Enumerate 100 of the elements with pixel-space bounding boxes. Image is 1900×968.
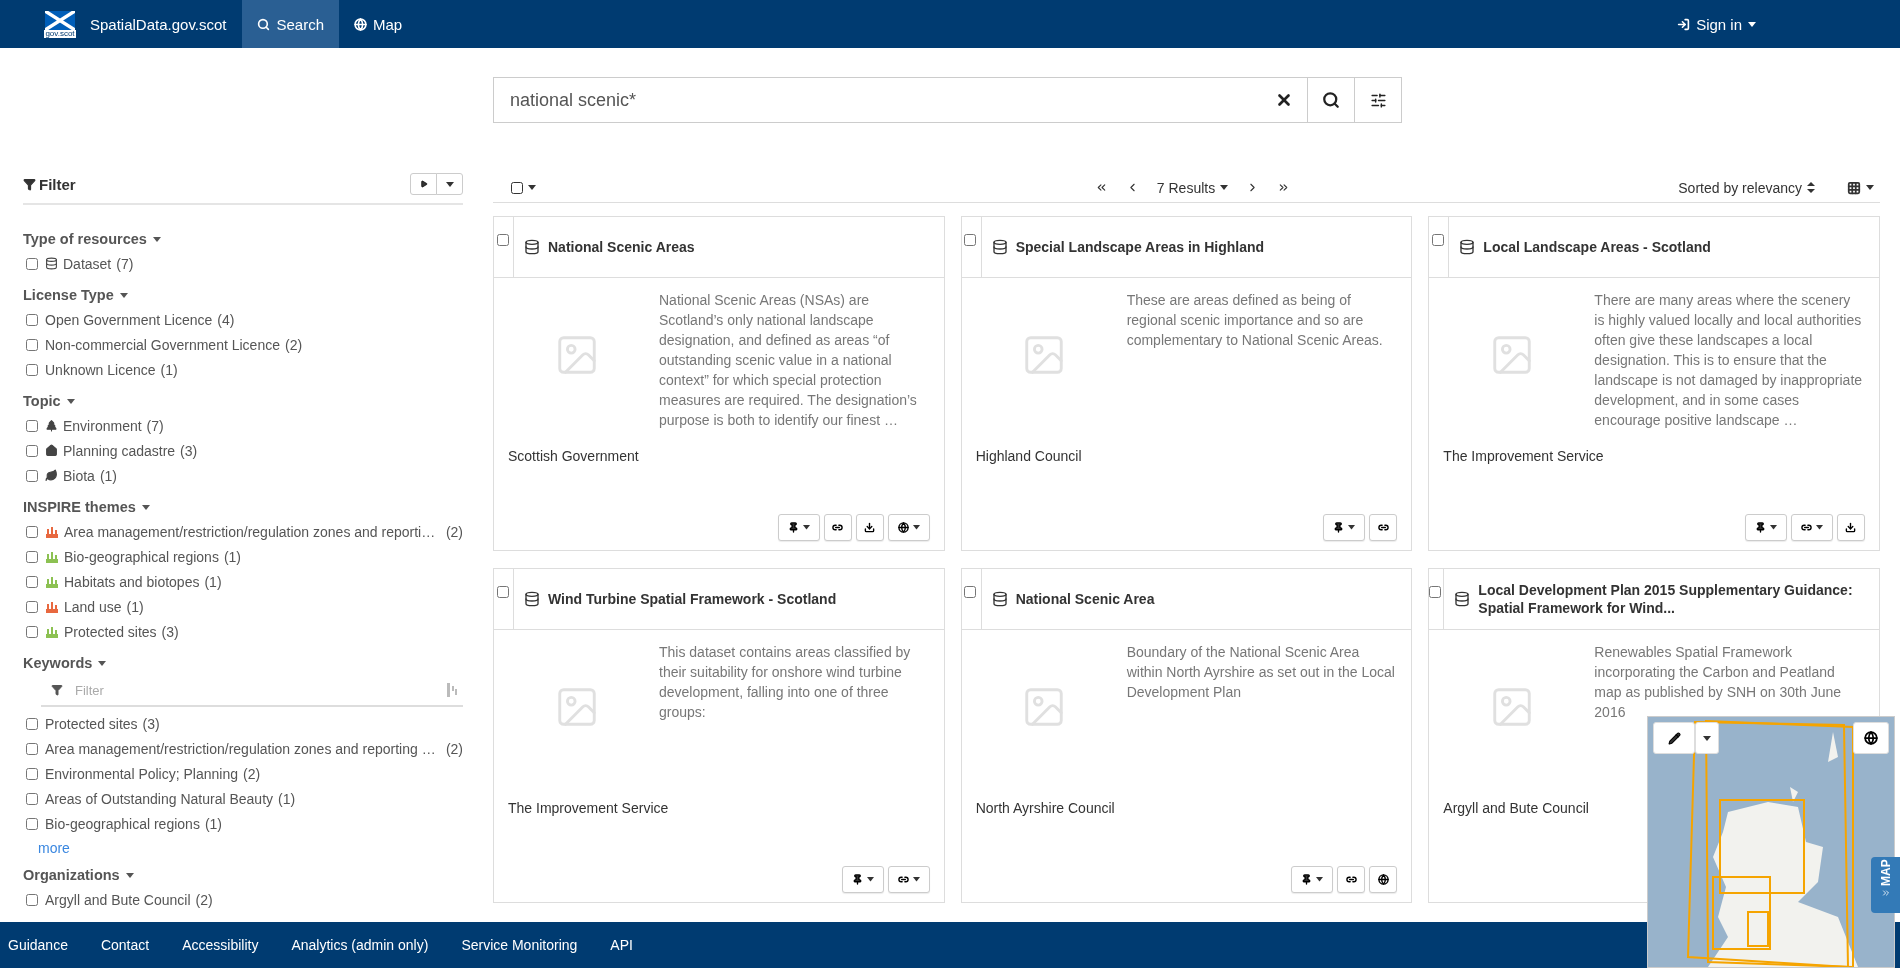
card-description: There are many areas where the scenery is highly valued locally and local authorities often give these landscapes a local designation. This is to ensure that the landscape is not damaged by inappropriate development, and in some cases encourage positive landscape … [1594, 291, 1864, 430]
checkbox[interactable] [26, 600, 38, 613]
checkbox[interactable] [26, 363, 38, 376]
nav-tab[interactable]: Search [242, 0, 339, 48]
pin-button[interactable] [1323, 514, 1366, 541]
draw-dropdown-button[interactable] [1695, 722, 1719, 754]
checkbox[interactable] [26, 257, 38, 270]
facet-title[interactable]: License Type [23, 287, 128, 303]
link-button[interactable] [887, 866, 930, 893]
search-icon [1322, 91, 1340, 109]
expand-button[interactable] [410, 173, 437, 195]
checkbox[interactable] [26, 817, 38, 830]
caret-icon [1748, 21, 1756, 27]
link-button[interactable] [823, 514, 852, 541]
facet-count: (3) [180, 442, 198, 459]
globe-button[interactable] [1853, 722, 1889, 754]
database-icon [524, 239, 540, 255]
card-title[interactable]: Wind Turbine Spatial Framework - Scotland [514, 569, 847, 629]
footer-link[interactable]: Service Monitoring [461, 937, 578, 953]
facet-title[interactable]: Type of resources [23, 231, 161, 247]
pin-button[interactable] [1745, 514, 1787, 541]
facet-label: Environment [63, 417, 142, 434]
facet-count: (3) [161, 623, 179, 640]
download-button[interactable] [1837, 514, 1865, 541]
facet-title[interactable]: Keywords [23, 655, 107, 671]
caret-icon [1316, 877, 1324, 882]
facet-label: Area management/restriction/regulation zones and reporting … [45, 740, 436, 757]
download-button[interactable] [855, 514, 884, 541]
funnel-icon [51, 684, 63, 696]
sort-dropdown[interactable]: Sorted by relevancy [1672, 175, 1821, 200]
pin-button[interactable] [841, 866, 884, 893]
card-checkbox[interactable] [1431, 234, 1444, 246]
checkbox[interactable] [26, 419, 38, 432]
theme-icon [45, 624, 59, 639]
checkbox[interactable] [26, 792, 38, 805]
facet-count: (7) [146, 417, 164, 434]
globe-button[interactable] [887, 514, 930, 541]
facet-count: (4) [217, 311, 235, 328]
checkbox[interactable] [26, 625, 38, 638]
facet-count: (1) [278, 790, 296, 807]
link-button[interactable] [1791, 514, 1833, 541]
checkbox[interactable] [26, 717, 38, 730]
footer-link[interactable]: API [610, 937, 633, 953]
link-button[interactable] [1369, 514, 1398, 541]
brand-link[interactable]: SpatialData.gov.scot [90, 0, 243, 48]
card-description: Renewables Spatial Framework incorporating the Carbon and Peatland map as published by SNH on 30th June 2016 [1594, 643, 1843, 722]
footer-link[interactable]: Guidance [8, 937, 68, 953]
card-checkbox[interactable] [1429, 586, 1442, 598]
footer-link[interactable]: Contact [100, 937, 150, 953]
facet-label: Areas of Outstanding Natural Beauty [45, 790, 274, 807]
facet-count: (2) [285, 336, 303, 353]
checkbox[interactable] [26, 893, 38, 906]
facet-count: (1) [99, 467, 118, 484]
link-icon [1377, 522, 1389, 533]
nav-tab[interactable]: Map [339, 0, 418, 48]
checkbox[interactable] [26, 575, 38, 588]
caret-icon [1703, 735, 1711, 741]
facet-count: (1) [223, 548, 241, 565]
card-title[interactable]: Local Landscape Areas - Scotland [1449, 217, 1721, 277]
globe-button[interactable] [1369, 866, 1398, 893]
footer-link[interactable]: Analytics (admin only) [291, 937, 429, 953]
grid-icon [1847, 180, 1861, 195]
search-button[interactable] [1307, 77, 1355, 123]
pin-button[interactable] [1291, 866, 1334, 893]
checkbox[interactable] [26, 550, 38, 563]
card-checkbox[interactable] [964, 234, 977, 246]
card-checkbox[interactable] [964, 586, 977, 598]
facet-title[interactable]: Organizations [23, 867, 134, 883]
checkbox[interactable] [26, 313, 38, 326]
footer-link[interactable]: Accessibility [182, 937, 259, 953]
card-title[interactable]: Local Development Plan 2015 Supplementary Guidance: Spatial Framework for Wind... [1444, 569, 1879, 629]
card-title[interactable]: National Scenic Area [981, 569, 1165, 629]
more-link[interactable]: more [38, 840, 70, 856]
map-tab[interactable]: MAP [1871, 857, 1900, 913]
card-checkbox[interactable] [496, 586, 509, 598]
facet-count: (7) [116, 255, 134, 272]
link-button[interactable] [1337, 866, 1366, 893]
card-checkbox[interactable] [496, 234, 509, 246]
results-count-dropdown[interactable]: 7 Results [1150, 175, 1235, 200]
checkbox[interactable] [26, 742, 38, 755]
pin-icon [851, 874, 863, 885]
facet-count: (1) [204, 573, 222, 590]
checkbox[interactable] [26, 444, 38, 457]
double-chevron-icon [1880, 888, 1891, 898]
facet-count: (1) [126, 598, 144, 615]
advanced-options-button[interactable] [1354, 77, 1402, 123]
checkbox[interactable] [26, 525, 38, 538]
checkbox[interactable] [26, 767, 38, 780]
draw-button[interactable] [1653, 722, 1695, 754]
checkbox[interactable] [26, 469, 38, 482]
card-title[interactable]: Special Landscape Areas in Highland [981, 217, 1275, 277]
facet-title[interactable]: INSPIRE themes [23, 499, 150, 515]
pin-button[interactable] [777, 514, 820, 541]
play-icon [419, 180, 428, 188]
facet-title[interactable]: Topic [23, 393, 75, 409]
dropdown-button[interactable] [436, 173, 463, 195]
checkbox[interactable] [26, 338, 38, 351]
card-title[interactable]: National Scenic Areas [514, 217, 705, 277]
sign-in-link[interactable]: Sign in [1677, 0, 1776, 48]
facet-label: Planning cadastre [63, 442, 176, 459]
